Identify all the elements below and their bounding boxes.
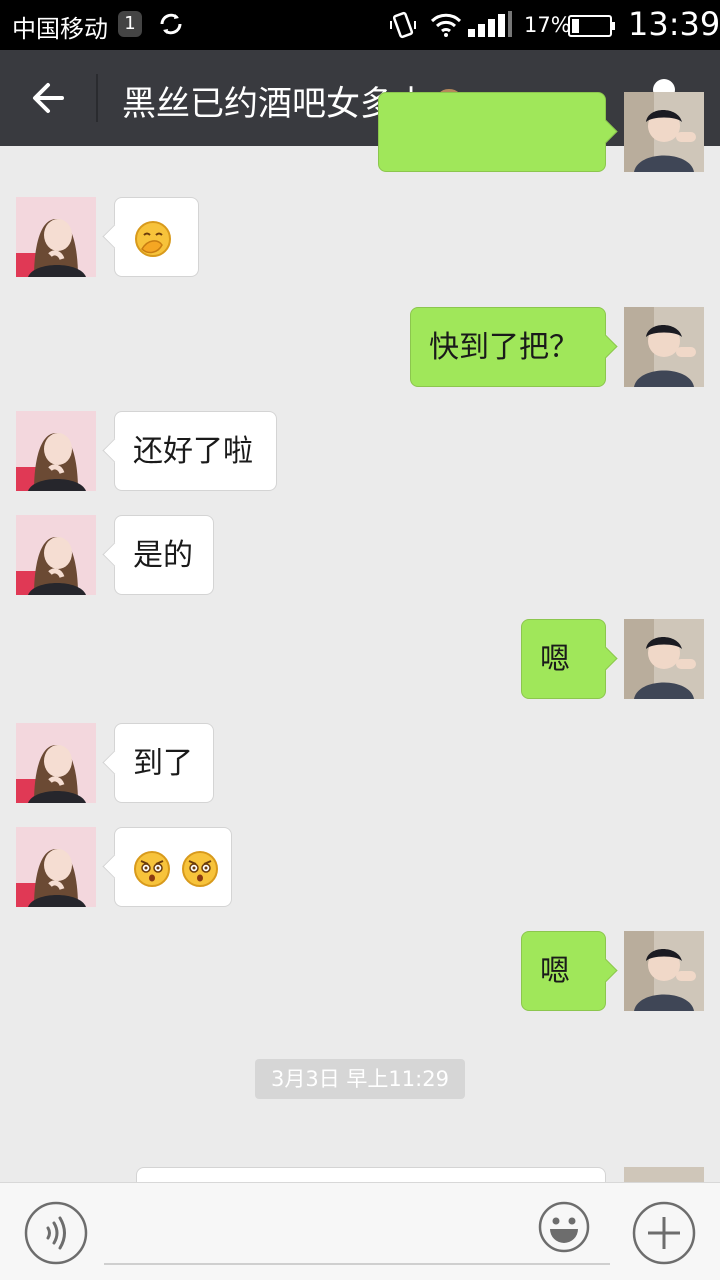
my-avatar[interactable] [624, 931, 704, 1011]
message-bubble[interactable] [114, 197, 199, 277]
clock: 13:39 [628, 5, 720, 43]
my-avatar[interactable] [624, 619, 704, 699]
battery-percent: 17% [524, 13, 571, 37]
message-text: 快到了把？ [429, 330, 579, 365]
message-bubble[interactable]: 到了 [114, 723, 214, 803]
message-text: 嗯 [540, 642, 570, 677]
battery-icon [568, 15, 615, 37]
message-text: 还好了啦 [133, 434, 253, 469]
notification-badge: 1 [118, 11, 142, 37]
contact-avatar[interactable] [16, 197, 96, 277]
sync-icon [160, 13, 182, 35]
contact-avatar[interactable] [16, 723, 96, 803]
message-text: 嗯 [540, 954, 570, 989]
contact-avatar[interactable] [16, 515, 96, 595]
my-avatar[interactable] [624, 1167, 704, 1183]
message-text-input[interactable] [104, 1201, 610, 1265]
contact-avatar[interactable] [16, 827, 96, 907]
header-divider [96, 74, 98, 122]
surprised-face-icon [181, 850, 218, 887]
wifi-icon [430, 13, 462, 37]
status-bar: 中国移动 1 17% 13:39 [0, 0, 720, 50]
message-bubble[interactable]: 嗯 [521, 931, 606, 1011]
message-text: 是的 [133, 538, 193, 573]
signal-icon [468, 11, 512, 37]
my-avatar[interactable] [624, 307, 704, 387]
message-input-bar [0, 1182, 720, 1280]
covering-mouth-face-icon [135, 220, 171, 257]
timestamp-divider: 3月3日 早上11:29 [255, 1059, 465, 1099]
voice-input-icon[interactable] [24, 1201, 88, 1265]
emoji-face-icon[interactable] [538, 1201, 590, 1253]
message-bubble[interactable] [114, 827, 232, 907]
message-bubble[interactable]: 嗯 [521, 619, 606, 699]
plus-icon[interactable] [632, 1201, 696, 1265]
surprised-face-icon [134, 850, 170, 887]
message-bubble[interactable]: 是的 [114, 515, 214, 595]
carrier-name: 中国移动 [12, 15, 108, 43]
vibrate-icon [390, 11, 416, 39]
contact-avatar[interactable] [16, 411, 96, 491]
message-bubble-partial[interactable] [378, 92, 606, 172]
message-text: 到了 [133, 746, 193, 781]
my-avatar[interactable] [624, 92, 704, 172]
message-bubble[interactable]: 快到了把？ [410, 307, 606, 387]
back-arrow-icon[interactable] [22, 76, 76, 120]
message-bubble[interactable]: 还好了啦 [114, 411, 277, 491]
